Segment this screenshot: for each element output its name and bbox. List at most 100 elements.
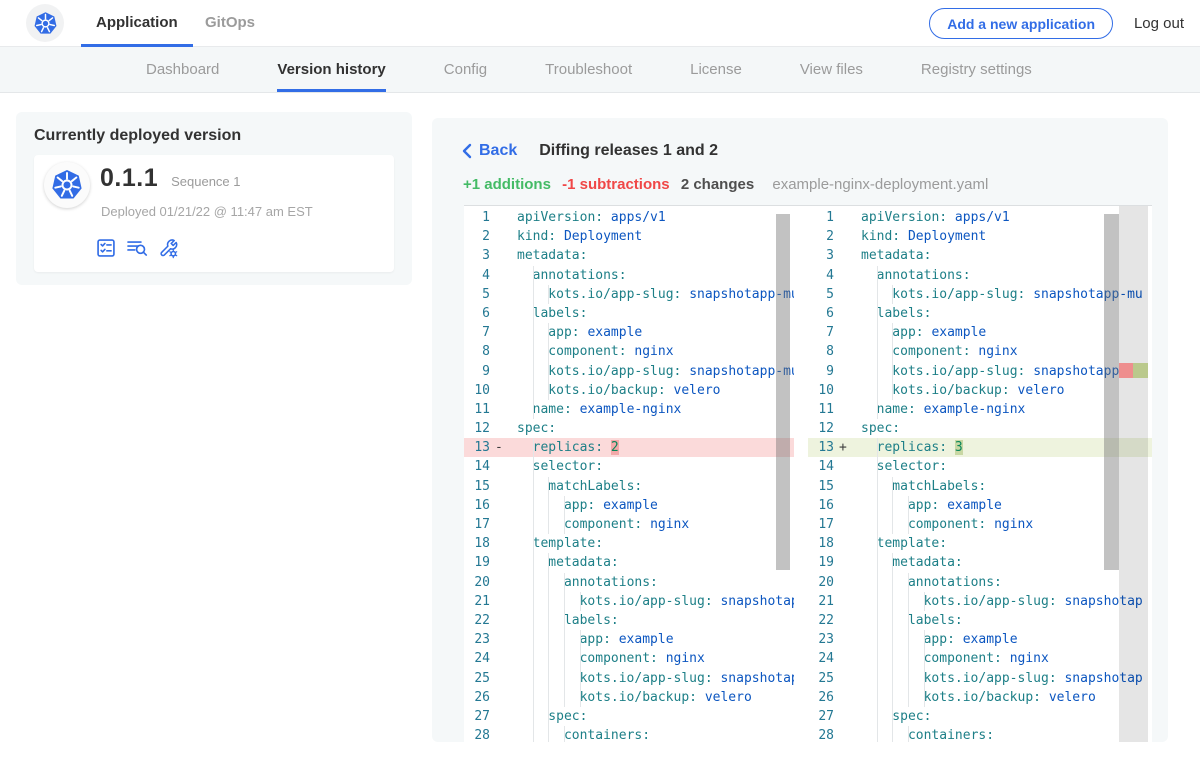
indent-guide <box>548 515 549 534</box>
subnav-tab-troubleshoot[interactable]: Troubleshoot <box>545 47 632 92</box>
indent-guide <box>533 457 534 476</box>
indent-guide <box>533 553 534 572</box>
code-line: 17component: nginx <box>464 515 794 534</box>
code-line: 4annotations: <box>808 266 1152 285</box>
scrollbar-thumb-left[interactable] <box>776 214 790 570</box>
back-button[interactable]: Back <box>462 142 517 160</box>
code-line: 26kots.io/backup: velero <box>464 688 794 707</box>
indent-guide <box>548 707 549 726</box>
diff-pane-left[interactable]: 1apiVersion: apps/v12kind: Deployment3me… <box>464 206 794 742</box>
indent-guide <box>533 496 534 515</box>
code-line: 7app: example <box>808 323 1152 342</box>
subnav-tab-view-files[interactable]: View files <box>800 47 863 92</box>
indent-guide <box>533 400 534 419</box>
changes-count: 2 changes <box>681 176 754 193</box>
line-number: 13 <box>464 438 490 457</box>
indent-guide <box>548 726 549 742</box>
line-number: 16 <box>808 496 834 515</box>
subnav-tab-registry-settings[interactable]: Registry settings <box>921 47 1032 92</box>
indent-guide <box>924 669 925 688</box>
line-number: 14 <box>464 457 490 476</box>
subnav-tab-license[interactable]: License <box>690 47 742 92</box>
indent-guide <box>877 285 878 304</box>
indent-guide <box>892 611 893 630</box>
indent-guide <box>564 515 565 534</box>
logout-link[interactable]: Log out <box>1134 0 1184 47</box>
code-line: 7app: example <box>464 323 794 342</box>
line-number: 18 <box>464 534 490 553</box>
tab-application[interactable]: Application <box>81 0 193 47</box>
line-number: 15 <box>808 477 834 496</box>
indent-guide <box>548 649 549 668</box>
diff-sign <box>490 573 517 592</box>
line-number: 16 <box>464 496 490 515</box>
indent-guide <box>892 573 893 592</box>
diff-sign <box>834 707 861 726</box>
add-application-button[interactable]: Add a new application <box>929 8 1113 39</box>
scrollbar-thumb-right[interactable] <box>1104 214 1119 570</box>
indent-guide <box>908 573 909 592</box>
indent-guide <box>908 649 909 668</box>
line-number: 20 <box>464 573 490 592</box>
indent-guide <box>877 573 878 592</box>
code-line: 14selector: <box>464 457 794 476</box>
indent-guide <box>533 707 534 726</box>
app-logo[interactable] <box>26 4 64 42</box>
indent-guide <box>877 534 878 553</box>
indent-guide <box>877 649 878 668</box>
line-number: 24 <box>464 649 490 668</box>
code-lines-right: 1apiVersion: apps/v12kind: Deployment3me… <box>808 208 1152 742</box>
diff-sign <box>490 726 517 742</box>
version-action-icons <box>95 237 179 259</box>
subnav-tab-dashboard[interactable]: Dashboard <box>146 47 219 92</box>
view-files-icon[interactable] <box>126 237 148 259</box>
line-number: 23 <box>464 630 490 649</box>
indent-guide <box>548 362 549 381</box>
line-number: 1 <box>464 208 490 227</box>
code-line: 5kots.io/app-slug: snapshotapp-mu <box>808 285 1152 304</box>
code-line: 6labels: <box>464 304 794 323</box>
indent-guide <box>877 323 878 342</box>
line-number: 20 <box>808 573 834 592</box>
code-line: 25kots.io/app-slug: snapshotap <box>808 669 1152 688</box>
preflight-checks-icon[interactable] <box>95 237 117 259</box>
line-number: 26 <box>808 688 834 707</box>
indent-guide <box>548 381 549 400</box>
subnav-tab-config[interactable]: Config <box>444 47 487 92</box>
diff-sign <box>490 496 517 515</box>
indent-guide <box>580 649 581 668</box>
line-number: 22 <box>808 611 834 630</box>
line-number: 13 <box>808 438 834 457</box>
edit-config-icon[interactable] <box>157 237 179 259</box>
line-number: 1 <box>808 208 834 227</box>
diff-pane-right[interactable]: 1apiVersion: apps/v12kind: Deployment3me… <box>808 206 1152 742</box>
indent-guide <box>892 477 893 496</box>
diff-title: Diffing releases 1 and 2 <box>539 142 718 160</box>
indent-guide <box>533 362 534 381</box>
line-number: 26 <box>464 688 490 707</box>
code-line: 9kots.io/app-slug: snapshotapp-mu <box>464 362 794 381</box>
indent-guide <box>877 707 878 726</box>
line-number: 8 <box>464 342 490 361</box>
code-line: 11name: example-nginx <box>808 400 1152 419</box>
indent-guide <box>892 285 893 304</box>
diff-sign <box>834 726 861 742</box>
diff-sign <box>834 285 861 304</box>
diff-sign <box>834 246 861 265</box>
tab-gitops[interactable]: GitOps <box>190 0 270 47</box>
indent-guide <box>877 515 878 534</box>
indent-guide <box>548 496 549 515</box>
chevron-left-icon <box>462 143 472 159</box>
line-number: 4 <box>808 266 834 285</box>
subnav-tab-version-history[interactable]: Version history <box>277 47 385 92</box>
diff-sign <box>490 323 517 342</box>
indent-guide <box>533 534 534 553</box>
indent-guide <box>564 496 565 515</box>
indent-guide <box>580 688 581 707</box>
indent-guide <box>533 323 534 342</box>
code-line: 2kind: Deployment <box>464 227 794 246</box>
indent-guide <box>924 649 925 668</box>
diff-sign <box>490 342 517 361</box>
diff-sign <box>490 630 517 649</box>
indent-guide <box>533 285 534 304</box>
